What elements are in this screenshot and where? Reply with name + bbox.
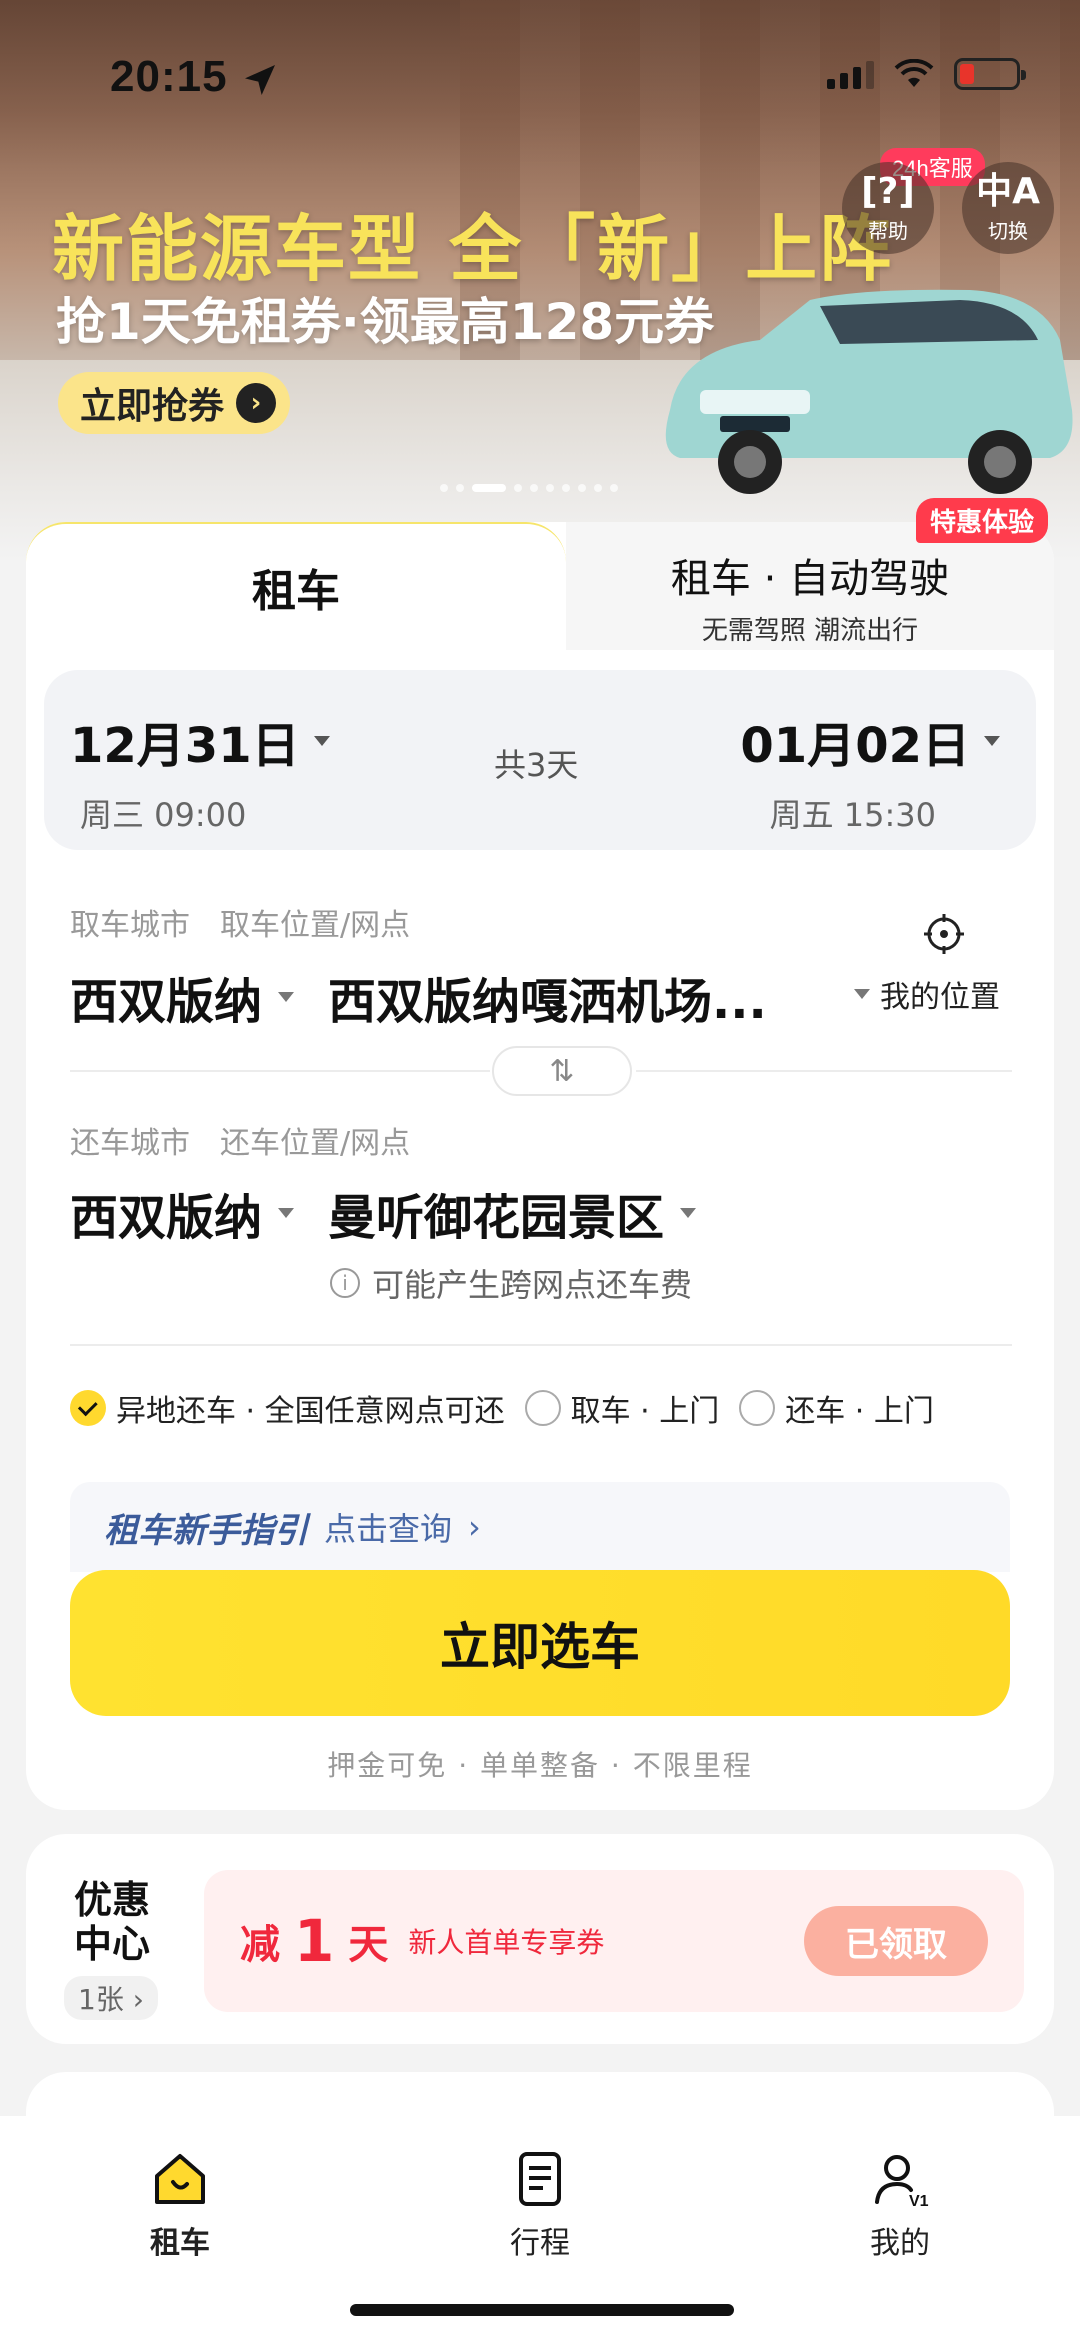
my-location-label: 我的位置 xyxy=(880,980,1000,1015)
cellular-signal-icon xyxy=(827,59,874,89)
end-date[interactable]: 01月02日 周五 15:30 xyxy=(740,706,1000,836)
coupon-unit: 天 xyxy=(348,1922,389,1968)
grab-coupon-label: 立即抢券 xyxy=(80,386,225,427)
return-city-selector[interactable]: 西双版纳 xyxy=(70,1178,295,1248)
tabbar-itinerary[interactable]: 行程 xyxy=(460,2148,620,2262)
grab-coupon-button[interactable]: 立即抢券 › xyxy=(58,372,291,434)
pickup-city-selector[interactable]: 西双版纳 xyxy=(70,962,295,1032)
fee-note-text: 可能产生跨网点还车费 xyxy=(372,1266,693,1304)
translate-icon: 中A xyxy=(976,170,1040,212)
rental-days: 共3天 xyxy=(494,746,579,784)
claimed-button[interactable]: 已领取 xyxy=(804,1906,988,1976)
coupon-count-value: 1张 xyxy=(78,1983,124,2016)
option-return-delivery[interactable]: 还车 · 上门 xyxy=(739,1386,934,1430)
status-indicators xyxy=(827,58,1026,90)
caret-down-icon xyxy=(278,1208,295,1218)
return-location-selector[interactable]: 曼听御花园景区 xyxy=(328,1178,697,1248)
return-location-value: 曼听御花园景区 xyxy=(328,1190,665,1246)
locate-icon[interactable] xyxy=(922,912,966,956)
caret-down-icon xyxy=(854,989,870,999)
return-city-label: 还车城市 xyxy=(70,1126,190,1161)
swap-button[interactable]: ⇅ xyxy=(492,1046,632,1096)
caret-down-icon xyxy=(278,992,295,1002)
end-date-value: 01月02日 xyxy=(740,718,970,774)
beginner-guide[interactable]: 租车新手指引 点击查询 › xyxy=(70,1482,1010,1572)
chevron-right-icon: › xyxy=(468,1508,481,1546)
help-label: 帮助 xyxy=(868,218,908,243)
option-label: 还车 · 上门 xyxy=(785,1394,934,1429)
pickup-city-value: 西双版纳 xyxy=(70,974,263,1030)
pickup-location-value: 西双版纳嘎洒机场... xyxy=(328,974,767,1030)
start-time: 周三 09:00 xyxy=(80,796,247,834)
checked-radio-icon xyxy=(70,1390,106,1426)
chevron-right-icon: › xyxy=(132,1983,144,2016)
return-city-value: 西双版纳 xyxy=(70,1190,263,1246)
pickup-location-label: 取车位置/网点 xyxy=(220,908,411,943)
option-label: 异地还车 · 全国任意网点可还 xyxy=(116,1394,505,1429)
start-date[interactable]: 12月31日 周三 09:00 xyxy=(70,706,330,836)
switch-label: 切换 xyxy=(988,218,1028,243)
chevron-right-icon: › xyxy=(236,383,277,423)
pickup-location-selector[interactable]: 西双版纳嘎洒机场... xyxy=(328,962,767,1032)
return-location-label: 还车位置/网点 xyxy=(220,1126,411,1161)
tabbar-profile[interactable]: V1 我的 xyxy=(820,2148,980,2262)
option-cross-city-return[interactable]: 异地还车 · 全国任意网点可还 xyxy=(70,1386,505,1430)
guide-link: 点击查询 xyxy=(324,1510,453,1548)
language-switch-button[interactable]: 中A 切换 xyxy=(962,162,1054,254)
profile-icon: V1 xyxy=(875,2155,929,2210)
tabbar-label: 我的 xyxy=(870,2226,930,2261)
location-arrow-icon xyxy=(245,65,275,95)
help-icon: [?] xyxy=(861,170,915,212)
swap-icon: ⇅ xyxy=(549,1053,575,1089)
caret-down-icon xyxy=(680,1208,697,1218)
end-time: 周五 15:30 xyxy=(769,796,936,834)
caret-down-icon xyxy=(984,736,1000,746)
promo-tag: 特惠体验 xyxy=(915,498,1048,543)
option-label: 取车 · 上门 xyxy=(570,1394,720,1429)
coupon-prefix: 减 xyxy=(240,1922,280,1968)
coupon-item[interactable]: 减 1 天 新人首单专享券 已领取 xyxy=(204,1870,1024,2012)
coupon-center-card: 优惠中心 1张 › 减 1 天 新人首单专享券 已领取 xyxy=(26,1834,1054,2044)
option-pickup-delivery[interactable]: 取车 · 上门 xyxy=(524,1386,720,1430)
tabbar-label: 租车 xyxy=(150,2226,210,2261)
home-icon xyxy=(155,2154,205,2204)
guide-title: 租车新手指引 xyxy=(104,1510,308,1551)
car-image xyxy=(665,289,1073,494)
info-icon: i xyxy=(330,1268,360,1298)
coupon-amount: 1 xyxy=(294,1907,335,1975)
radio-icon xyxy=(524,1390,561,1426)
promo-banner[interactable]: 20:15 新能源车型 全「新」上阵 抢1天免租券·领最高128元券 立即抢券 … xyxy=(0,0,1080,560)
select-car-button[interactable]: 立即选车 xyxy=(70,1570,1010,1716)
date-range-picker[interactable]: 12月31日 周三 09:00 共3天 01月02日 周五 15:30 xyxy=(44,670,1036,850)
wifi-icon xyxy=(894,59,934,87)
coupon-center-title[interactable]: 优惠中心 xyxy=(74,1878,174,1966)
tab-rent[interactable]: 租车 xyxy=(26,522,566,650)
itinerary-icon xyxy=(519,2152,561,2206)
help-button[interactable]: [?] 帮助 xyxy=(842,162,934,254)
my-location-button[interactable]: 我的位置 xyxy=(854,972,1000,1016)
coupon-desc: 新人首单专享券 xyxy=(408,1926,605,1959)
home-indicator xyxy=(350,2304,734,2316)
battery-icon xyxy=(954,58,1026,90)
features-text: 押金可免 · 单单整备 · 不限里程 xyxy=(327,1749,753,1782)
tab-auto-drive-label: 租车 · 自动驾驶 xyxy=(670,556,950,602)
rental-options: 异地还车 · 全国任意网点可还 取车 · 上门 还车 · 上门 xyxy=(70,1386,954,1430)
tabbar-rent[interactable]: 租车 xyxy=(100,2148,260,2262)
tab-auto-drive-sub: 无需驾照 潮流出行 xyxy=(701,616,919,646)
pickup-city-label: 取车城市 xyxy=(70,908,190,943)
mode-tabs: 租车 租车 · 自动驾驶 无需驾照 潮流出行 特惠体验 xyxy=(26,498,1054,650)
radio-icon xyxy=(739,1390,776,1426)
fee-note: i 可能产生跨网点还车费 xyxy=(330,1260,692,1306)
caret-down-icon xyxy=(313,736,330,746)
banner-subtitle: 抢1天免租券·领最高128元券 xyxy=(56,293,715,351)
start-date-value: 12月31日 xyxy=(70,718,300,774)
tabbar-label: 行程 xyxy=(510,2226,570,2261)
tab-auto-drive[interactable]: 租车 · 自动驾驶 无需驾照 潮流出行 特惠体验 xyxy=(566,498,1054,650)
status-time: 20:15 xyxy=(110,52,228,101)
coupon-count[interactable]: 1张 › xyxy=(64,1976,158,2020)
booking-card: 租车 租车 · 自动驾驶 无需驾照 潮流出行 特惠体验 12月31日 周三 09… xyxy=(26,498,1054,1810)
tab-rent-label: 租车 xyxy=(252,555,348,623)
svg-text:V1: V1 xyxy=(909,2193,929,2210)
carousel-dots xyxy=(440,484,618,492)
